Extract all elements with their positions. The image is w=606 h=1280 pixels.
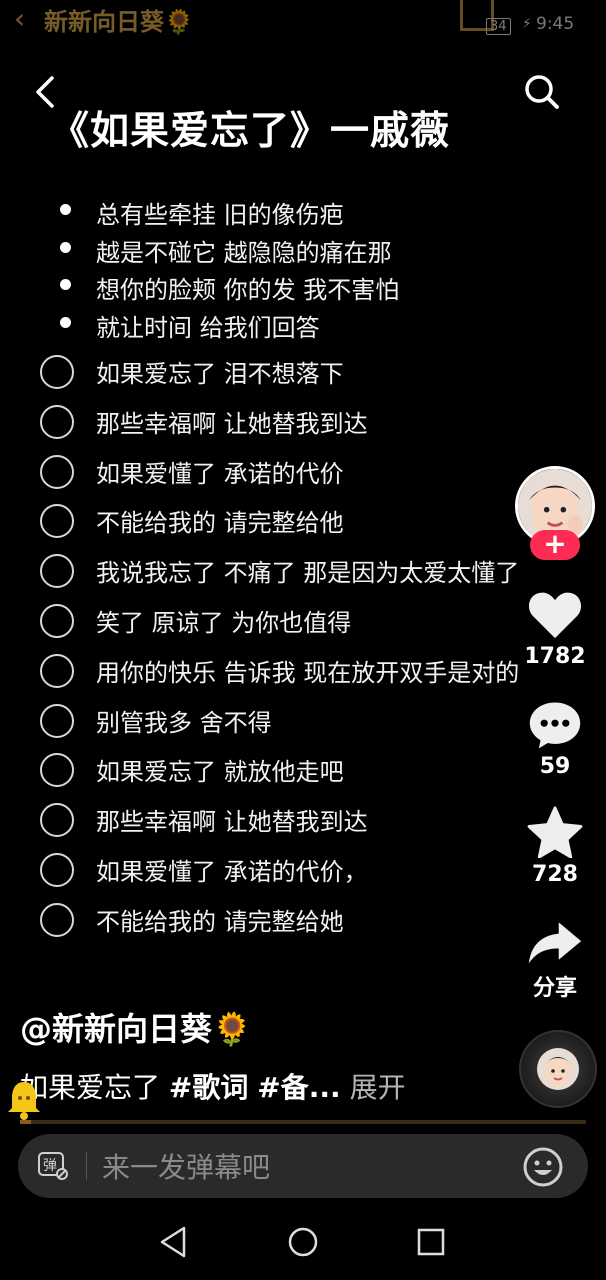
circle-home-icon [288, 1227, 318, 1257]
triangle-back-icon [160, 1226, 186, 1258]
barrage-input[interactable] [100, 1146, 504, 1188]
lyric-text: 别管我多 舍不得 [96, 708, 272, 737]
favorite-star-icon [527, 806, 583, 859]
emoji-button[interactable] [522, 1146, 564, 1188]
like-button[interactable]: 1782 [510, 590, 600, 669]
checkbox-circle [40, 603, 74, 638]
author-handle[interactable]: @新新向日葵🌻 [20, 1004, 252, 1050]
lyric-text: 如果爱懂了 承诺的代价， [96, 857, 368, 886]
lyric-text: 就让时间 给我们回答 [96, 313, 320, 342]
checkbox-circle [40, 852, 74, 887]
nav-home-button[interactable] [283, 1222, 323, 1262]
share-button[interactable]: 分享 [510, 918, 600, 1002]
hashtag-link[interactable]: #备... [257, 1071, 340, 1104]
nav-back-button[interactable] [154, 1222, 194, 1262]
comment-bar: 弹 [18, 1134, 588, 1198]
barrage-icon: 弹 [38, 1152, 68, 1180]
status-back-icon: ‹ [14, 2, 26, 35]
comment-icon [529, 702, 581, 749]
comment-count: 59 [539, 754, 571, 779]
like-heart-icon [528, 592, 582, 639]
lyric-text: 笑了 原谅了 为你也值得 [96, 608, 352, 637]
like-count: 1782 [524, 644, 586, 669]
expand-button[interactable]: 展开 [350, 1071, 406, 1104]
checkbox-circle [40, 803, 74, 838]
checkbox-circle [40, 454, 74, 489]
system-nav-bar [0, 1198, 606, 1280]
emoji-icon [523, 1147, 563, 1187]
video-caption: 如果爱忘了 #歌词 #备... 展开 [20, 1066, 406, 1106]
checkbox-circle [40, 902, 74, 937]
divider [86, 1152, 87, 1180]
charging-icon: ⚡ [522, 16, 532, 32]
song-title: 《如果爱忘了》一戚薇 [50, 109, 451, 154]
comment-button[interactable]: 59 [510, 700, 600, 779]
checkbox-circle [40, 355, 74, 389]
search-button[interactable] [520, 70, 564, 114]
bullet-dot [60, 279, 71, 290]
bullet-dot [60, 241, 71, 253]
checkbox-circle [40, 554, 74, 589]
lyric-text: 总有些牵挂 旧的像伤疤 [96, 201, 344, 229]
search-icon [525, 75, 559, 109]
checkbox-circle [40, 404, 74, 439]
notification-bell-icon [4, 1078, 44, 1122]
checkbox-circle [40, 753, 74, 788]
status-time: 9:45 [536, 14, 575, 34]
lyric-text: 用你的快乐 告诉我 现在放开双手是对的 [96, 658, 520, 687]
square-recents-icon [417, 1228, 445, 1256]
checkbox-circle [40, 653, 74, 688]
nav-recents-button[interactable] [411, 1222, 451, 1262]
playback-progress-bar[interactable] [20, 1120, 586, 1124]
music-disc-icon[interactable] [519, 1030, 597, 1108]
favorite-button[interactable]: 728 [510, 806, 600, 887]
lyric-text: 想你的脸颊 你的发 我不害怕 [96, 276, 400, 304]
checkbox-circle [40, 703, 74, 738]
lyric-text: 如果爱忘了 泪不想落下 [96, 360, 344, 388]
battery-indicator: 34 [486, 18, 511, 35]
status-owner-name: 新新向日葵🌻 [44, 8, 194, 36]
lyric-text: 那些幸福啊 让她替我到达 [96, 808, 368, 837]
lyric-text: 我说我忘了 不痛了 那是因为太爱太懂了 [96, 559, 520, 588]
lyric-text: 不能给我的 请完整给她 [96, 907, 344, 936]
bullet-dot [60, 204, 71, 215]
disc-avatar [537, 1048, 579, 1090]
lyric-text: 那些幸福啊 让她替我到达 [96, 409, 368, 438]
progress-fill [20, 1120, 32, 1124]
favorite-count: 728 [532, 862, 578, 887]
share-arrow-icon [528, 922, 582, 964]
hashtag-link[interactable]: #歌词 [169, 1071, 248, 1104]
checkbox-circle [40, 504, 74, 539]
barrage-toggle-button[interactable]: 弹 [38, 1152, 68, 1180]
share-label: 分享 [532, 976, 577, 1001]
lyric-text: 越是不碰它 越隐隐的痛在那 [96, 238, 392, 267]
barrage-icon-text: 弹 [43, 1158, 57, 1174]
lyric-text: 不能给我的 请完整给他 [96, 509, 344, 538]
lyric-text: 如果爱懂了 承诺的代价 [96, 459, 344, 488]
lyric-text: 如果爱忘了 就放他走吧 [96, 758, 344, 787]
follow-button[interactable]: + [530, 530, 580, 560]
status-bar: ‹ 新新向日葵🌻 34 ⚡ 9:45 [0, 0, 606, 40]
bullet-dot [60, 316, 71, 328]
